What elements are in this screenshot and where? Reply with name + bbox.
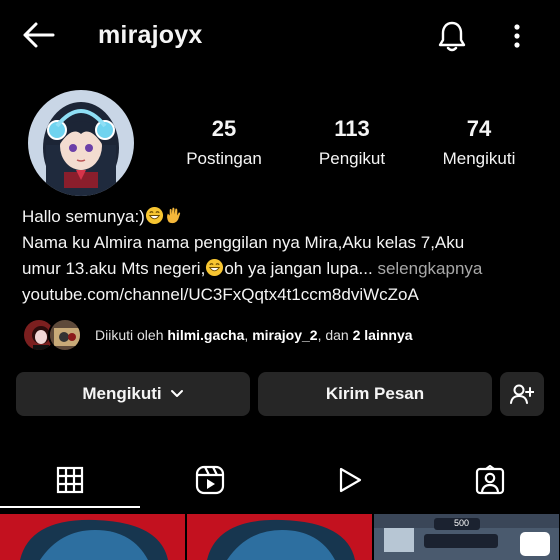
followed-by-user-2[interactable]: mirajoy_2 [252,327,317,343]
posts-count-value: 25 [211,116,237,141]
grin-emoji-icon [206,258,224,277]
arrow-left-icon [23,22,55,48]
profile-avatar[interactable] [28,90,134,196]
active-tab-indicator [0,506,140,508]
following-button[interactable]: Mengikuti [16,372,250,416]
waving-hand-icon [166,207,180,224]
tagged-icon [475,465,505,495]
top-bar: mirajoyx [0,0,560,70]
grid-icon [56,466,84,494]
followers-count[interactable]: 113 Pengikut [304,116,400,170]
profile-tabs [0,452,560,508]
message-button-label: Kirim Pesan [325,384,425,403]
bio-line-1: Hallo semunya:) [22,204,552,230]
following-count-value: 74 [466,116,492,141]
tab-tagged[interactable] [420,452,560,508]
followed-by-others[interactable]: 2 lainnya [353,327,413,343]
grid-post-badge-value: 500 [454,518,470,528]
followed-by-text: Diikuti oleh hilmi.gacha, mirajoy_2, dan… [95,327,413,343]
notifications-button[interactable] [434,18,470,54]
followed-by-separator: , dan [317,327,349,343]
followed-by-prefix: Diikuti oleh [95,327,164,343]
chevron-down-icon [170,390,183,397]
bell-icon [438,21,466,52]
tab-videos[interactable] [280,452,420,508]
bio-line-2: Nama ku Almira nama penggilan nya Mira,A… [22,233,465,252]
grid-post-thumbnail[interactable]: 500 [374,514,559,560]
following-count-label: Mengikuti [442,149,516,168]
bio-line-3-end: oh ya jangan lupa... [224,259,373,278]
followed-by-user-1[interactable]: hilmi.gacha [167,327,244,343]
profile-bio: Hallo semunya:) Nama ku Almira nama peng… [22,204,552,308]
grid-post-thumbnail[interactable] [0,514,185,560]
see-more-link[interactable]: selengkapnya [377,259,482,278]
posts-count[interactable]: 25 Postingan [172,116,276,170]
grin-emoji-icon [145,206,163,225]
following-count[interactable]: 74 Mengikuti [430,116,528,170]
followed-by-row[interactable]: Diikuti oleh hilmi.gacha, mirajoy_2, dan… [22,318,542,354]
grid-post-thumbnail[interactable] [187,514,372,560]
bio-line-3: umur 13.aku Mts negeri, oh ya jangan lupa… [22,256,552,282]
bio-youtube-link[interactable]: youtube.com/channel/UC3FxQqtx4t1ccm8dviW… [22,282,552,308]
more-options-button[interactable] [502,18,532,54]
followers-count-label: Pengikut [318,149,386,168]
back-button[interactable] [18,18,58,52]
more-vertical-icon [514,24,520,48]
reels-icon [195,465,225,495]
posts-count-label: Postingan [186,149,262,168]
posts-grid: 500 [0,514,560,560]
bio-line-3-start: umur 13.aku Mts negeri, [22,259,206,278]
tab-reels[interactable] [140,452,280,508]
follower-avatar [48,318,82,352]
play-icon [339,467,362,493]
bio-greeting: Hallo semunya:) [22,207,145,226]
profile-username: mirajoyx [98,21,203,49]
message-button[interactable]: Kirim Pesan [258,372,492,416]
suggested-users-button[interactable] [500,372,544,416]
tab-posts-grid[interactable] [0,452,140,508]
following-button-label: Mengikuti [82,384,162,403]
add-user-icon [510,384,534,404]
followers-count-value: 113 [334,116,370,141]
